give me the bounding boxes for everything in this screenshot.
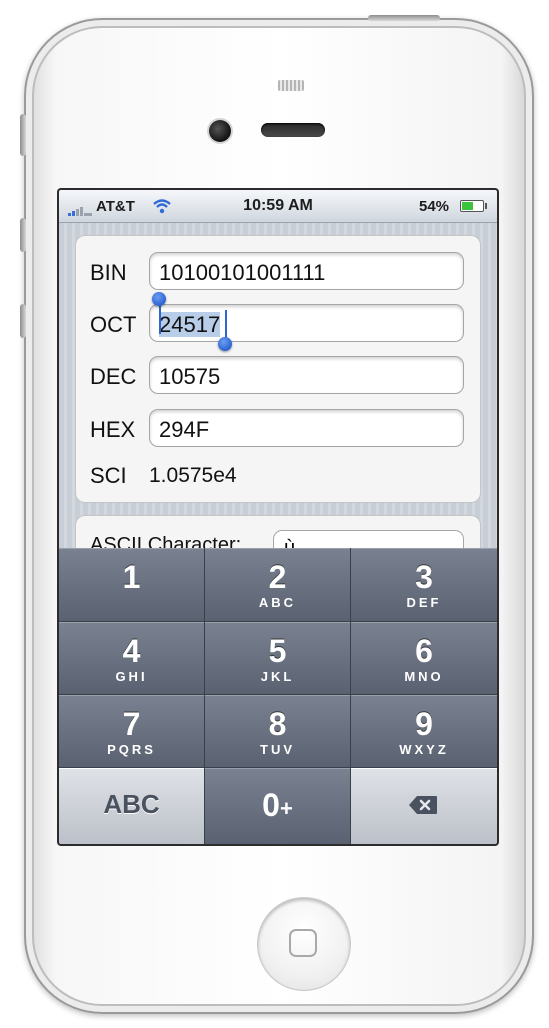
earpiece bbox=[261, 123, 325, 137]
abc-key-label: ABC bbox=[103, 789, 160, 819]
key-letters: WXYZ bbox=[399, 742, 449, 757]
battery-percent: 54% bbox=[419, 198, 450, 215]
key-4[interactable]: 4 GHI bbox=[59, 622, 205, 695]
oct-label: OCT bbox=[90, 312, 137, 337]
front-camera bbox=[209, 120, 231, 142]
key-plus: + bbox=[279, 796, 293, 821]
key-letters: GHI bbox=[115, 669, 148, 684]
key-digit: 6 bbox=[415, 633, 433, 669]
selection-end-handle[interactable] bbox=[225, 310, 227, 340]
key-digit: 2 bbox=[268, 559, 287, 595]
dec-value: 10575 bbox=[159, 364, 221, 389]
phone-screen: AT&T 10:59 AM 54% BIN 10100101001111 OCT… bbox=[59, 190, 497, 844]
key-digit: 7 bbox=[122, 706, 141, 742]
status-bar: AT&T 10:59 AM 54% bbox=[59, 190, 497, 223]
selection-end-grip[interactable] bbox=[218, 337, 232, 351]
key-digit: 8 bbox=[268, 706, 287, 742]
sleep-button[interactable] bbox=[368, 15, 440, 21]
backspace-icon bbox=[409, 796, 437, 814]
sci-value: 1.0575e4 bbox=[149, 464, 237, 487]
key-9[interactable]: 9 WXYZ bbox=[351, 695, 497, 768]
bin-value: 10100101001111 bbox=[159, 260, 326, 285]
key-2[interactable]: 2 ABC bbox=[205, 548, 351, 622]
dec-label: DEC bbox=[90, 364, 137, 389]
backspace-key[interactable] bbox=[351, 768, 497, 844]
key-digit: 1 bbox=[122, 559, 141, 595]
battery-level-fill bbox=[462, 202, 473, 210]
oct-value-selected[interactable]: 24517 bbox=[159, 312, 221, 337]
volume-up-button[interactable] bbox=[20, 218, 26, 252]
battery-tip bbox=[485, 203, 487, 209]
key-8[interactable]: 8 TUV bbox=[205, 695, 351, 768]
key-letters: JKL bbox=[260, 669, 295, 684]
key-1[interactable]: 1 bbox=[59, 548, 205, 622]
key-digit: 5 bbox=[268, 633, 287, 669]
key-3[interactable]: 3 DEF bbox=[351, 548, 497, 622]
sci-label: SCI bbox=[90, 463, 127, 488]
speaker-grille bbox=[278, 80, 304, 91]
number-base-panel: BIN 10100101001111 OCT 24517 DEC 10575 H… bbox=[75, 235, 481, 503]
volume-down-button[interactable] bbox=[20, 304, 26, 338]
key-digit: 3 bbox=[415, 559, 433, 595]
oct-field[interactable]: 24517 bbox=[149, 304, 464, 342]
key-letters: PQRS bbox=[107, 742, 156, 757]
key-zero-label: 0+ bbox=[205, 787, 350, 824]
numeric-keypad: 1 2 ABC 3 DEF 4 GHI 5 JKL 6 MNO 7 PQRS 8 bbox=[59, 548, 497, 844]
home-button[interactable] bbox=[257, 897, 351, 991]
home-square-icon bbox=[289, 929, 317, 957]
bin-field[interactable]: 10100101001111 bbox=[149, 252, 464, 290]
hex-value: 294F bbox=[159, 417, 210, 442]
battery-icon bbox=[460, 200, 484, 212]
hex-field[interactable]: 294F bbox=[149, 409, 464, 447]
selection-start-grip[interactable] bbox=[152, 292, 166, 306]
key-7[interactable]: 7 PQRS bbox=[59, 695, 205, 768]
key-letters: DEF bbox=[406, 595, 442, 610]
key-0[interactable]: 0+ bbox=[205, 768, 351, 844]
key-letters: MNO bbox=[404, 669, 444, 684]
key-letters: ABC bbox=[258, 595, 297, 610]
hex-label: HEX bbox=[90, 417, 136, 442]
mute-switch[interactable] bbox=[20, 114, 26, 156]
key-letters: TUV bbox=[260, 742, 295, 757]
converter-view[interactable]: BIN 10100101001111 OCT 24517 DEC 10575 H… bbox=[59, 223, 497, 577]
key-digit: 4 bbox=[122, 633, 141, 669]
key-6[interactable]: 6 MNO bbox=[351, 622, 497, 695]
key-5[interactable]: 5 JKL bbox=[205, 622, 351, 695]
key-digit: 9 bbox=[415, 706, 433, 742]
key-digit: 0 bbox=[262, 787, 280, 823]
bin-label: BIN bbox=[90, 260, 127, 285]
dec-field[interactable]: 10575 bbox=[149, 356, 464, 394]
abc-key[interactable]: ABC bbox=[59, 768, 205, 844]
